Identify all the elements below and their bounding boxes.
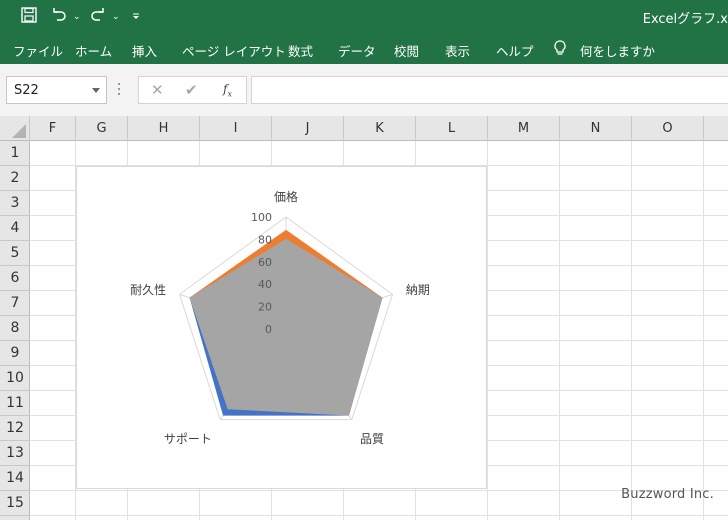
row-header[interactable]: 1 xyxy=(0,141,30,166)
row-header[interactable]: 10 xyxy=(0,366,30,391)
redo-dropdown-icon[interactable]: ⌄ xyxy=(112,6,120,28)
window-title: Excelグラフ.x xyxy=(642,12,728,27)
redo-icon[interactable] xyxy=(89,6,107,24)
row-header[interactable]: 7 xyxy=(0,291,30,316)
radar-chart[interactable]: 100 80 60 40 20 0 価格納期品質 サポート 耐久性 xyxy=(76,166,487,489)
column-header[interactable]: M xyxy=(488,116,560,141)
insert-function-icon[interactable]: fx xyxy=(223,82,232,98)
tab-formulas[interactable]: 数式 xyxy=(288,41,313,60)
tab-home[interactable]: ホーム xyxy=(75,41,112,60)
cancel-icon[interactable]: ✕ xyxy=(151,81,164,99)
column-header[interactable]: J xyxy=(272,116,344,141)
radar-category-label: 耐久性 xyxy=(130,283,166,297)
row-header[interactable]: 8 xyxy=(0,316,30,341)
watermark: Buzzword Inc. xyxy=(621,487,714,502)
row-header[interactable]: 9 xyxy=(0,341,30,366)
column-header[interactable]: L xyxy=(416,116,488,141)
tab-page-layout[interactable]: ページ レイアウト xyxy=(182,41,286,60)
chevron-down-icon[interactable] xyxy=(92,88,100,93)
row-header[interactable]: 3 xyxy=(0,191,30,216)
radar-tick-label: 100 xyxy=(251,211,272,224)
column-header[interactable]: K xyxy=(344,116,416,141)
row-header[interactable]: 11 xyxy=(0,391,30,416)
tab-data[interactable]: データ xyxy=(338,41,376,60)
column-header[interactable]: H xyxy=(128,116,200,141)
row-headers: 1 2 3 4 5 6 7 8 9 10 11 12 13 14 15 xyxy=(0,141,30,520)
column-header[interactable]: N xyxy=(560,116,632,141)
tab-help[interactable]: ヘルプ xyxy=(496,41,534,60)
enter-icon[interactable]: ✔ xyxy=(185,81,198,99)
row-header[interactable]: 6 xyxy=(0,266,30,291)
radar-tick-label: 60 xyxy=(258,256,272,269)
drag-handle-icon[interactable] xyxy=(118,83,121,97)
customize-qat-icon[interactable] xyxy=(131,6,141,24)
row-header[interactable]: 4 xyxy=(0,216,30,241)
radar-category-label: 価格 xyxy=(274,189,298,204)
formula-input[interactable] xyxy=(251,76,728,104)
tell-me-search[interactable]: 何をしますか xyxy=(580,41,655,60)
undo-icon[interactable] xyxy=(50,6,68,24)
lightbulb-icon xyxy=(553,39,567,61)
radar-category-label: 品質 xyxy=(360,431,384,446)
row-header[interactable]: 14 xyxy=(0,466,30,491)
save-icon[interactable] xyxy=(20,6,38,24)
name-box[interactable]: S22 xyxy=(6,76,107,104)
title-bar: ⌄ ⌄ Excelグラフ.x xyxy=(0,0,728,34)
tab-review[interactable]: 校閲 xyxy=(394,41,419,60)
column-headers: F G H I J K L M N O xyxy=(0,116,728,141)
formula-buttons: ✕ ✔ fx xyxy=(138,76,247,104)
column-header[interactable]: G xyxy=(76,116,128,141)
radar-tick-label: 20 xyxy=(258,301,272,314)
tab-insert[interactable]: 挿入 xyxy=(132,41,157,60)
row-header[interactable]: 15 xyxy=(0,491,30,516)
radar-category-label: 納期 xyxy=(406,283,430,297)
radar-tick-label: 40 xyxy=(258,278,272,291)
column-header[interactable]: I xyxy=(200,116,272,141)
ribbon-tabs: ファイル ホーム 挿入 ページ レイアウト 数式 データ 校閲 表示 ヘルプ 何… xyxy=(0,34,728,64)
column-header[interactable]: F xyxy=(30,116,76,141)
row-header[interactable]: 13 xyxy=(0,441,30,466)
select-all-button[interactable] xyxy=(0,116,30,141)
undo-dropdown-icon[interactable]: ⌄ xyxy=(73,6,81,28)
column-header[interactable]: O xyxy=(632,116,704,141)
formula-bar-area: S22 ✕ ✔ fx xyxy=(0,64,728,116)
name-box-value: S22 xyxy=(14,83,39,98)
row-header[interactable]: 12 xyxy=(0,416,30,441)
radar-tick-label: 80 xyxy=(258,233,272,246)
radar-category-label: サポート xyxy=(164,432,212,446)
radar-chart-svg: 100 80 60 40 20 0 価格納期品質 サポート 耐久性 xyxy=(130,189,430,446)
radar-tick-label: 0 xyxy=(265,323,272,336)
row-header[interactable]: 5 xyxy=(0,241,30,266)
row-header[interactable]: 2 xyxy=(0,166,30,191)
tab-view[interactable]: 表示 xyxy=(445,41,470,60)
tab-file[interactable]: ファイル xyxy=(13,41,63,60)
